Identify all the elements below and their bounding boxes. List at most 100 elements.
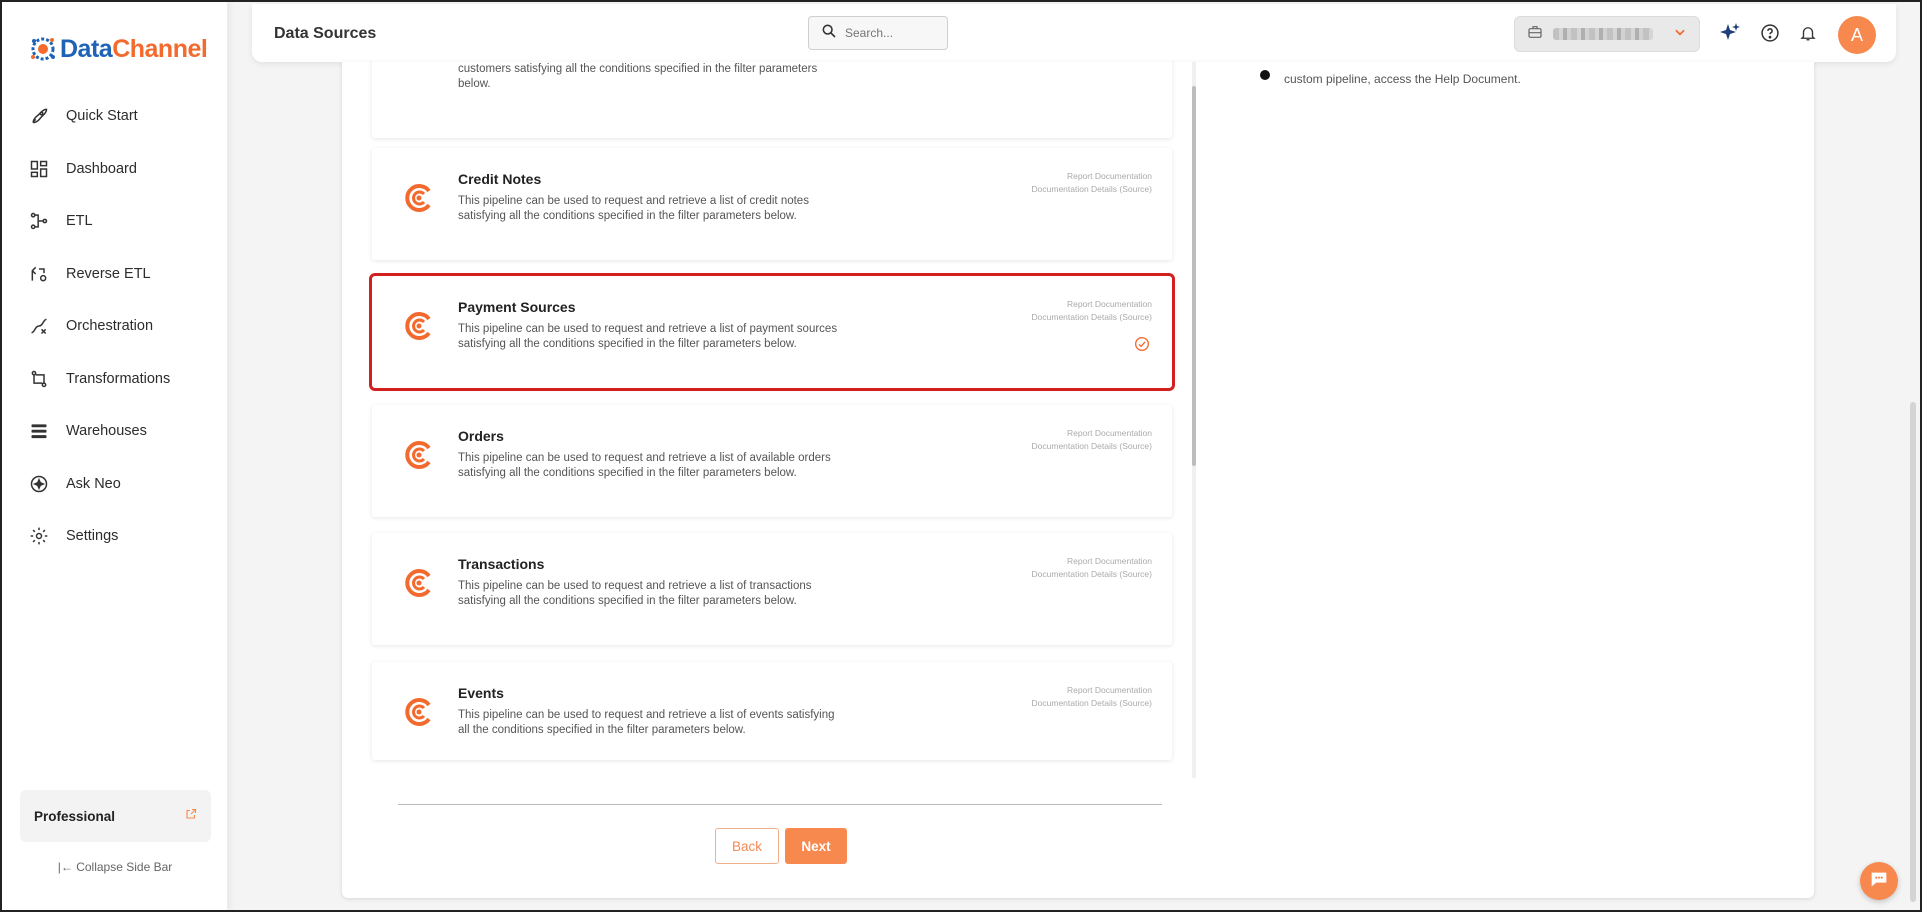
sidebar: DataChannel Quick Start Dashboard ETL Re… [2, 2, 228, 910]
datachannel-logo-icon [31, 37, 55, 61]
chargebee-logo-icon [405, 184, 431, 212]
help-icon[interactable] [1758, 21, 1782, 45]
pipeline-card-partial[interactable]: customers satisfying all the conditions … [372, 62, 1172, 138]
pipeline-selection-panel: customers satisfying all the conditions … [342, 62, 1814, 898]
user-avatar[interactable]: A [1838, 16, 1876, 54]
collapse-arrow-icon: |← [57, 860, 73, 874]
report-documentation-link[interactable]: Report Documentation [1032, 298, 1152, 311]
sidebar-item-warehouses[interactable]: Warehouses [2, 405, 228, 458]
pipeline-list: customers satisfying all the conditions … [342, 62, 1194, 778]
pipeline-card-events[interactable]: Events This pipeline can be used to requ… [372, 662, 1172, 760]
dashboard-grid-icon [28, 158, 50, 180]
sidebar-item-etl[interactable]: ETL [2, 195, 228, 248]
sidebar-item-label: Settings [66, 528, 119, 545]
report-documentation-link[interactable]: Report Documentation [1032, 684, 1152, 697]
pipeline-title: Transactions [458, 556, 545, 572]
logo-text: DataChannel [60, 34, 208, 63]
page-title: Data Sources [274, 25, 377, 42]
search-box[interactable] [808, 16, 948, 50]
chat-support-button[interactable] [1860, 862, 1898, 900]
chargebee-logo-icon [405, 569, 431, 597]
selected-check-icon [1134, 336, 1150, 357]
chat-bubble-icon [1868, 868, 1890, 895]
briefcase-icon [1527, 24, 1543, 45]
collapse-label: Collapse Side Bar [76, 860, 173, 874]
sidebar-item-label: Reverse ETL [66, 265, 151, 282]
help-document-note: custom pipeline, access the Help Documen… [1284, 72, 1521, 86]
pipeline-description: This pipeline can be used to request and… [458, 580, 812, 607]
sidebar-item-label: Orchestration [66, 318, 154, 335]
pipeline-title: Orders [458, 428, 504, 444]
sidebar-item-label: Ask Neo [66, 475, 121, 492]
collapse-sidebar-button[interactable]: |← Collapse Side Bar [2, 860, 228, 874]
documentation-links: Report Documentation Documentation Detai… [1032, 555, 1152, 581]
top-header: Data Sources A [252, 4, 1896, 62]
documentation-details-link[interactable]: Documentation Details (Source) [1032, 183, 1152, 196]
pipeline-card-transactions[interactable]: Transactions This pipeline can be used t… [372, 533, 1172, 645]
sidebar-item-label: Transformations [66, 370, 171, 387]
warehouses-stack-icon [28, 420, 50, 442]
sidebar-item-reverse-etl[interactable]: Reverse ETL [2, 248, 228, 301]
documentation-links: Report Documentation Documentation Detai… [1032, 684, 1152, 710]
documentation-details-link[interactable]: Documentation Details (Source) [1032, 568, 1152, 581]
sidebar-item-label: Warehouses [66, 423, 147, 440]
search-input[interactable] [845, 26, 940, 40]
pipeline-description: This pipeline can be used to request and… [458, 323, 838, 350]
etl-flow-icon [28, 210, 50, 232]
list-scrollbar-thumb[interactable] [1192, 86, 1196, 466]
next-button[interactable]: Next [785, 828, 847, 864]
pipeline-title: Events [458, 685, 504, 701]
transformations-icon [28, 368, 50, 390]
report-documentation-link[interactable]: Report Documentation [1032, 427, 1152, 440]
info-bullet-icon [1260, 70, 1270, 80]
back-button[interactable]: Back [715, 828, 779, 864]
sidebar-item-label: Dashboard [66, 160, 137, 177]
sidebar-item-ask-neo[interactable]: Ask Neo [2, 458, 228, 511]
report-documentation-link[interactable]: Report Documentation [1032, 555, 1152, 568]
sidebar-item-transformations[interactable]: Transformations [2, 353, 228, 406]
pipeline-title: Credit Notes [458, 171, 542, 187]
app-frame: DataChannel Quick Start Dashboard ETL Re… [0, 0, 1922, 912]
reverse-etl-icon [28, 263, 50, 285]
pipeline-description: This pipeline can be used to request and… [458, 452, 831, 479]
documentation-links: Report Documentation Documentation Detai… [1032, 298, 1152, 324]
organization-name-redacted [1553, 28, 1653, 40]
sidebar-nav: Quick Start Dashboard ETL Reverse ETL Or… [2, 90, 228, 563]
gear-icon [28, 525, 50, 547]
pipeline-title: Payment Sources [458, 299, 576, 315]
documentation-details-link[interactable]: Documentation Details (Source) [1032, 697, 1152, 710]
chevron-down-icon [1673, 25, 1687, 44]
organization-selector[interactable] [1514, 16, 1700, 52]
bell-icon[interactable] [1796, 21, 1820, 45]
plan-label: Professional [34, 808, 116, 824]
sidebar-item-orchestration[interactable]: Orchestration [2, 300, 228, 353]
documentation-links: Report Documentation Documentation Detai… [1032, 170, 1152, 196]
documentation-details-link[interactable]: Documentation Details (Source) [1032, 311, 1152, 324]
page-scrollbar-thumb[interactable] [1910, 402, 1916, 902]
sidebar-item-label: ETL [66, 213, 93, 230]
pipeline-description: This pipeline can be used to request and… [458, 195, 809, 222]
sparkle-icon [28, 473, 50, 495]
report-documentation-link[interactable]: Report Documentation [1032, 170, 1152, 183]
sidebar-item-settings[interactable]: Settings [2, 510, 228, 563]
sidebar-item-quick-start[interactable]: Quick Start [2, 90, 228, 143]
ai-sparkle-icon[interactable] [1718, 21, 1742, 45]
pipeline-card-orders[interactable]: Orders This pipeline can be used to requ… [372, 405, 1172, 517]
rocket-icon [28, 105, 50, 127]
documentation-links: Report Documentation Documentation Detai… [1032, 427, 1152, 453]
external-link-icon[interactable] [185, 807, 197, 825]
pipeline-card-description: customers satisfying all the conditions … [458, 63, 818, 90]
sidebar-item-label: Quick Start [66, 108, 138, 125]
pipeline-card-credit-notes[interactable]: Credit Notes This pipeline can be used t… [372, 148, 1172, 260]
datachannel-logo[interactable]: DataChannel [28, 32, 208, 66]
documentation-details-link[interactable]: Documentation Details (Source) [1032, 440, 1152, 453]
divider [398, 804, 1162, 805]
orchestration-icon [28, 315, 50, 337]
sidebar-item-dashboard[interactable]: Dashboard [2, 143, 228, 196]
search-icon [821, 23, 837, 44]
chargebee-logo-icon [405, 441, 431, 469]
pipeline-description: This pipeline can be used to request and… [458, 709, 835, 736]
chargebee-logo-icon [405, 312, 431, 340]
plan-card[interactable]: Professional [20, 790, 211, 842]
pipeline-card-payment-sources[interactable]: Payment Sources This pipeline can be use… [369, 273, 1175, 391]
